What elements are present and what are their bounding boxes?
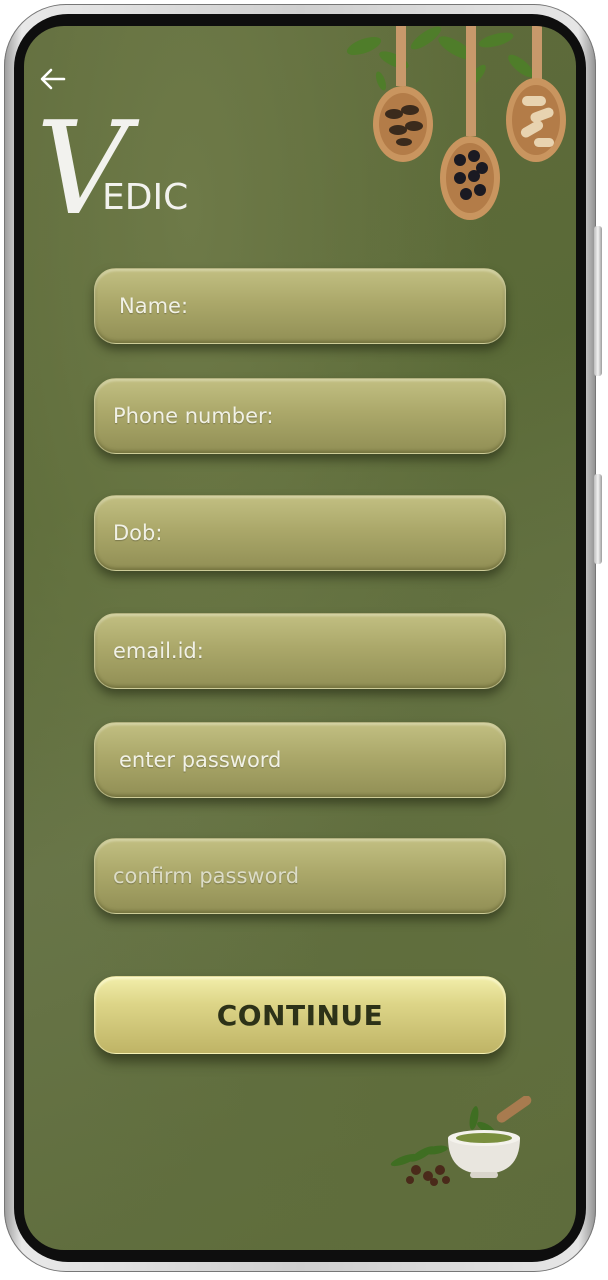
- back-arrow-icon[interactable]: [38, 64, 68, 94]
- confirm-password-input[interactable]: confirm password: [94, 838, 506, 914]
- mortar-pestle-illustration: [390, 1096, 532, 1186]
- name-input[interactable]: Name:: [94, 268, 506, 344]
- herbal-spoons-illustration: [346, 26, 566, 220]
- logo-text: EDIC: [102, 177, 189, 218]
- password-input[interactable]: enter password: [94, 722, 506, 798]
- email-placeholder: email.id:: [113, 639, 204, 663]
- email-input[interactable]: email.id:: [94, 613, 506, 689]
- continue-button[interactable]: CONTINUE: [94, 976, 506, 1054]
- vedic-logo: V EDIC: [36, 106, 236, 236]
- phone-input[interactable]: Phone number:: [94, 378, 506, 454]
- continue-button-label: CONTINUE: [216, 998, 384, 1032]
- signup-screen: V EDIC Name: Phone number: Dob: email.id…: [24, 26, 576, 1250]
- dob-placeholder: Dob:: [113, 521, 163, 545]
- password-placeholder: enter password: [119, 748, 282, 772]
- power-button: [594, 474, 602, 564]
- volume-button: [594, 226, 602, 376]
- name-placeholder: Name:: [119, 294, 189, 318]
- dob-input[interactable]: Dob:: [94, 495, 506, 571]
- phone-placeholder: Phone number:: [113, 404, 274, 428]
- confirm-password-placeholder: confirm password: [113, 864, 300, 888]
